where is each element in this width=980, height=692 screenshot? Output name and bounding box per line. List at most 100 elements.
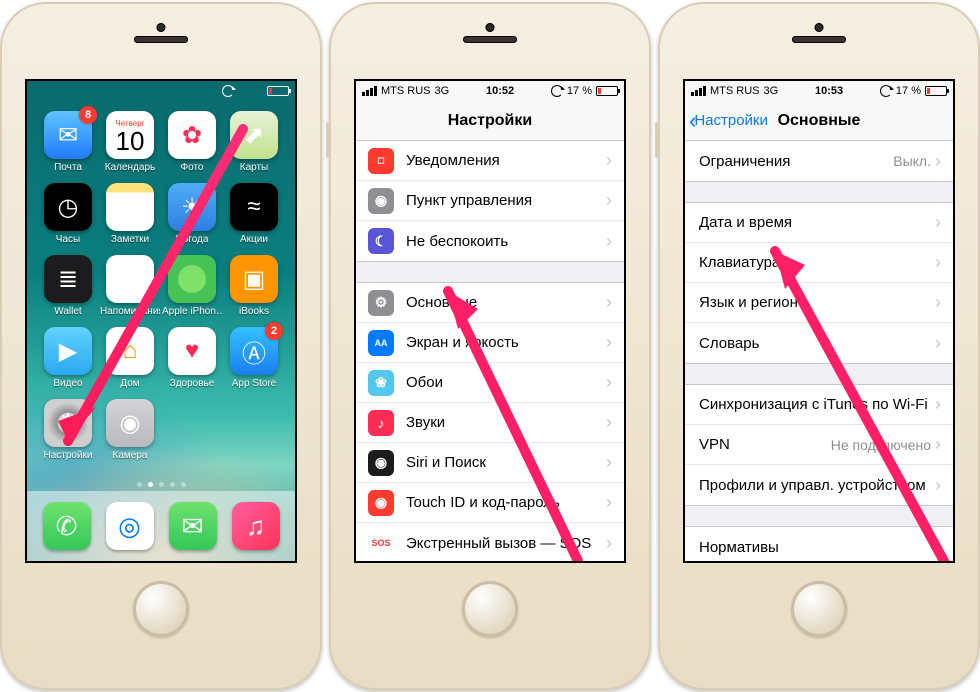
front-camera	[157, 23, 166, 32]
chevron-right-icon: ›	[935, 151, 941, 172]
battery-icon	[925, 86, 947, 96]
row-label: Экстренный вызов — SOS	[406, 535, 606, 552]
row-sos[interactable]: SOS Экстренный вызов — SOS›	[356, 523, 624, 561]
row-label: Основные	[406, 294, 606, 311]
app-videos[interactable]: ▶Видео	[37, 327, 99, 389]
row-wallpaper[interactable]: ❀Обои›	[356, 363, 624, 403]
row-label: Нормативы	[699, 539, 935, 556]
app-ibooks[interactable]: ▣iBooks	[223, 255, 285, 317]
app-find[interactable]: Apple iPhon…	[161, 255, 223, 317]
row-sounds[interactable]: ♪Звуки›	[356, 403, 624, 443]
app-settings[interactable]: ⚙Настройки	[37, 399, 99, 461]
app-mail[interactable]: ✉8 Почта	[37, 111, 99, 173]
back-button[interactable]: ‹ Настройки	[689, 112, 768, 129]
sync-icon	[222, 85, 234, 97]
clock-label: 10:53	[815, 85, 843, 97]
app-health[interactable]: ♥Здоровье	[161, 327, 223, 389]
app-weather[interactable]: ☀Погода	[161, 183, 223, 245]
app-camera[interactable]: ◉Камера	[99, 399, 161, 461]
screen-general: MTS RUS 3G 10:53 17 % ‹ Настройки Основн…	[683, 79, 955, 563]
calendar-dom: 10	[116, 128, 145, 154]
notes-icon	[106, 183, 154, 231]
sync-icon	[551, 85, 563, 97]
row-restrictions[interactable]: ОграниченияВыкл.›	[685, 141, 953, 181]
general-list[interactable]: ОграниченияВыкл.› Дата и время›Клавиатура…	[685, 141, 953, 561]
front-camera	[815, 23, 824, 32]
home-grid: ✉8 Почта Четверг10Календарь✿Фото⬈Карты ◷ Час…	[27, 105, 295, 461]
app-label: Часы	[56, 234, 80, 245]
dock-phone-icon[interactable]: ✆	[43, 502, 91, 550]
chevron-right-icon: ›	[935, 434, 941, 455]
settings-list[interactable]: ◻︎Уведомления›◉Пункт управления› ☾ Не бесп…	[356, 141, 624, 561]
maps-icon: ⬈	[230, 111, 278, 159]
app-label: Apple iPhon…	[162, 306, 222, 317]
dock-messages-icon[interactable]: ✉	[169, 502, 217, 550]
battery-pct: 17 %	[896, 85, 921, 97]
row-datetime[interactable]: Дата и время›	[685, 203, 953, 243]
app-reminders[interactable]: ≡Напоминания	[99, 255, 161, 317]
row-keyboard[interactable]: Клавиатура›	[685, 243, 953, 283]
row-label: Звуки	[406, 414, 606, 431]
app-wallet[interactable]: ≣Wallet	[37, 255, 99, 317]
battery-icon	[596, 86, 618, 96]
chevron-right-icon: ›	[606, 150, 612, 171]
app-photos[interactable]: ✿Фото	[161, 111, 223, 173]
app-label: Дом	[120, 378, 139, 389]
screen-home: MTS RUS 3G 10:52 17 % ✉8ПочтаЧетверг10Ка…	[25, 79, 297, 563]
dnd-icon: ☾	[368, 228, 394, 254]
row-display[interactable]: AAЭкран и яркость›	[356, 323, 624, 363]
dock-safari-icon[interactable]: ◎	[106, 502, 154, 550]
general-icon: ⚙	[368, 290, 394, 316]
front-camera	[486, 23, 495, 32]
row-dnd[interactable]: ☾Не беспокоить›	[356, 221, 624, 261]
app-stocks[interactable]: ≈Акции	[223, 183, 285, 245]
row-vpn[interactable]: VPNНе подключено›	[685, 425, 953, 465]
reminders-icon: ≡	[106, 255, 154, 303]
row-label: Не беспокоить	[406, 233, 606, 250]
camera-icon: ◉	[106, 399, 154, 447]
app-label: Акции	[240, 234, 268, 245]
row-language[interactable]: Язык и регион›	[685, 283, 953, 323]
app-notes[interactable]: Заметки	[99, 183, 161, 245]
nav-title: Настройки	[448, 112, 532, 130]
notifications-icon: ◻︎	[368, 148, 394, 174]
chevron-right-icon: ›	[606, 533, 612, 554]
row-label: Ограничения	[699, 153, 893, 170]
wallpaper-icon: ❀	[368, 370, 394, 396]
app-home2[interactable]: ⌂Дом	[99, 327, 161, 389]
app-label: Видео	[53, 378, 82, 389]
row-label: Touch ID и код-пароль	[406, 494, 606, 511]
page-dots[interactable]	[27, 482, 295, 487]
row-siri[interactable]: ◉Siri и Поиск›	[356, 443, 624, 483]
sos-icon: SOS	[368, 530, 394, 556]
home-button[interactable]	[791, 581, 847, 637]
app-calendar[interactable]: Четверг10Календарь	[99, 111, 161, 173]
chevron-right-icon: ›	[935, 252, 941, 273]
app-label: Почта	[54, 162, 82, 173]
dock-music-icon[interactable]: ♫	[232, 502, 280, 550]
sounds-icon: ♪	[368, 410, 394, 436]
mail-icon: ✉8	[44, 111, 92, 159]
row-touchid[interactable]: ◉Touch ID и код-пароль›	[356, 483, 624, 523]
chevron-right-icon: ›	[606, 332, 612, 353]
nav-header: Настройки	[356, 101, 624, 141]
app-clock[interactable]: ◷ Часы	[37, 183, 99, 245]
chevron-right-icon: ›	[935, 394, 941, 415]
app-maps[interactable]: ⬈Карты	[223, 111, 285, 173]
row-notifications[interactable]: ◻︎Уведомления›	[356, 141, 624, 181]
row-control[interactable]: ◉Пункт управления›	[356, 181, 624, 221]
nav-title: Основные	[778, 112, 861, 130]
back-label: Настройки	[694, 112, 768, 129]
photos-icon: ✿	[168, 111, 216, 159]
chevron-right-icon: ›	[935, 292, 941, 313]
home-button[interactable]	[462, 581, 518, 637]
row-itunes[interactable]: Синхронизация с iTunes по Wi-Fi›	[685, 385, 953, 425]
row-profiles[interactable]: Профили и управл. устройством›	[685, 465, 953, 505]
row-dictionary[interactable]: Словарь›	[685, 323, 953, 363]
app-appstore[interactable]: Ⓐ2App Store	[223, 327, 285, 389]
home-button[interactable]	[133, 581, 189, 637]
row-regulatory[interactable]: Нормативы›	[685, 527, 953, 561]
clock-icon: ◷	[44, 183, 92, 231]
row-label: VPN	[699, 436, 831, 453]
row-general[interactable]: ⚙Основные›	[356, 283, 624, 323]
